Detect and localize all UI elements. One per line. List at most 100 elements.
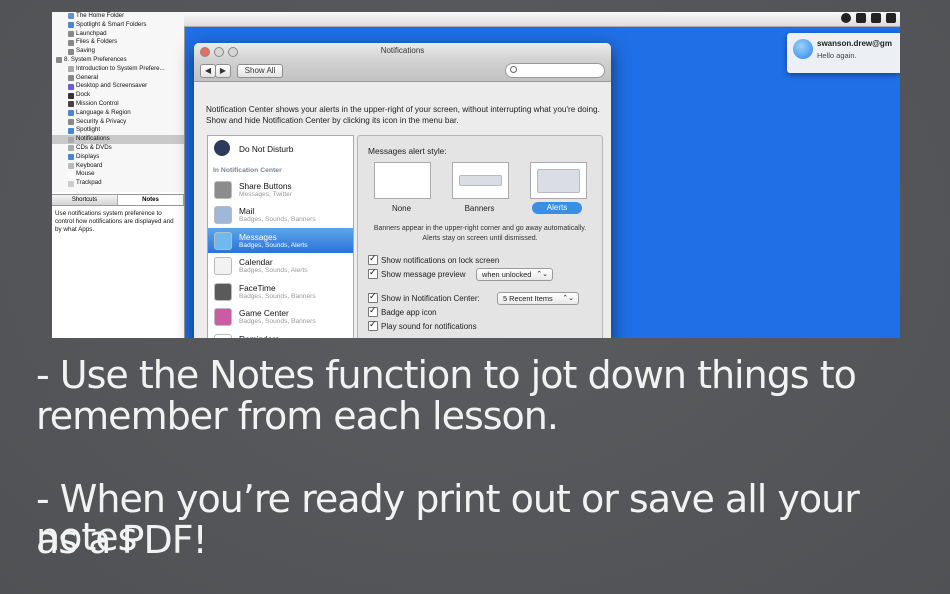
tree-item[interactable]: Notifications — [52, 135, 184, 144]
tree-item[interactable]: Keyboard — [52, 162, 184, 171]
tree-item[interactable]: Security & Privacy — [52, 118, 184, 127]
tree-item[interactable]: Desktop and Screensaver — [52, 82, 184, 91]
tree-item-label: Security & Privacy — [76, 117, 127, 125]
sound-checkbox[interactable]: Play sound for notifications — [368, 319, 477, 331]
section-header: In Notification Center — [213, 166, 282, 174]
tree-item[interactable]: Language & Region — [52, 109, 184, 118]
caption-line-1: - Use the Notes function to jot down thi… — [36, 353, 857, 397]
tree-item-icon — [68, 39, 74, 46]
airplay-icon[interactable] — [886, 13, 896, 23]
tree-item[interactable]: CDs & DVDs — [52, 144, 184, 153]
tree-item-icon — [68, 92, 74, 99]
printer-icon[interactable] — [871, 13, 881, 23]
app-icon — [214, 257, 232, 275]
center-count-dropdown[interactable]: 5 Recent Items ⌃⌄ — [497, 292, 579, 305]
list-item-app[interactable]: Game Center Badges, Sounds, Banners — [208, 304, 353, 330]
tree-item-label: CDs & DVDs — [76, 143, 112, 151]
tree-item[interactable]: Dock — [52, 91, 184, 100]
search-input[interactable] — [505, 63, 605, 78]
tree-item[interactable]: Launchpad — [52, 30, 184, 39]
lesson-description: Use notifications system preference to c… — [55, 210, 174, 233]
list-item-app[interactable]: Mail Badges, Sounds, Banners — [208, 202, 353, 228]
tree-item[interactable]: 8. System Preferences — [52, 56, 184, 65]
tree-item-icon — [68, 162, 74, 169]
center-checkbox[interactable]: Show in Notification Center: — [368, 291, 480, 303]
tree-item[interactable]: Mission Control — [52, 100, 184, 109]
lock-screen-checkbox[interactable]: Show notifications on lock screen — [368, 253, 499, 265]
sidebar-tabs: Shortcuts Notes — [52, 194, 184, 206]
alert-style-heading: Messages alert style: — [368, 146, 447, 156]
tree-item[interactable]: Saving — [52, 47, 184, 56]
tree-item[interactable]: Introduction to System Prefere... — [52, 65, 184, 74]
list-item-app[interactable]: FaceTime Badges, Sounds, Banners — [208, 279, 353, 305]
app-icon — [214, 308, 232, 326]
tree-item-icon — [56, 57, 62, 64]
app-name: Messages — [239, 231, 277, 242]
status-icon[interactable] — [841, 13, 851, 23]
app-settings-summary: Badges, Sounds, Banners — [239, 216, 316, 223]
style-banners-preview[interactable] — [452, 162, 509, 199]
tree-item-label: Introduction to System Prefere... — [76, 64, 165, 72]
tree-item-label: 8. System Preferences — [64, 55, 127, 63]
style-note: Banners appear in the upper-right corner… — [373, 225, 587, 242]
lesson-sidebar: The Home Folder Spotlight & Smart Folders… — [52, 12, 185, 338]
tree-item[interactable]: Mouse — [52, 170, 184, 179]
app-name: Reminders — [239, 334, 279, 339]
app-settings-summary: Messages, Twitter — [239, 190, 293, 198]
tree-item-icon — [68, 22, 74, 29]
list-item-app[interactable]: Messages Badges, Sounds, Alerts — [208, 227, 353, 253]
app-name: Mail — [239, 206, 255, 216]
tree-item-icon — [68, 30, 74, 37]
style-none-preview[interactable] — [374, 162, 431, 199]
tree-item-label: Launchpad — [76, 29, 107, 37]
tab-shortcuts[interactable]: Shortcuts — [52, 195, 118, 205]
intro-text: Notification Center shows your alerts in… — [206, 105, 600, 125]
moon-icon — [214, 140, 230, 156]
style-alerts-preview[interactable] — [530, 162, 587, 199]
style-none-label[interactable]: None — [374, 204, 429, 213]
menu-bar — [184, 12, 900, 27]
title-bar: Notifications — [194, 43, 611, 59]
caption-line-2: remember from each lesson. — [36, 394, 559, 438]
show-all-button[interactable]: Show All — [237, 64, 283, 78]
tree-item-label: The Home Folder — [76, 12, 125, 19]
forward-button[interactable]: ▶ — [215, 64, 231, 78]
badge-checkbox[interactable]: Badge app icon — [368, 305, 437, 317]
back-button[interactable]: ◀ — [200, 64, 216, 78]
notification-banner[interactable]: swanson.drew@gm Hello again. — [787, 33, 900, 73]
tree-item-icon — [68, 13, 74, 20]
preview-dropdown[interactable]: when unlocked ⌃⌄ — [476, 268, 553, 281]
app-name: FaceTime — [239, 282, 276, 293]
tree-item-label: Saving — [76, 47, 95, 55]
tree-item-label: Spotlight & Smart Folders — [76, 20, 147, 28]
tree-item-label: Files & Folders — [76, 38, 118, 46]
app-list: Do Not Disturb In Notification Center Sh… — [207, 135, 354, 338]
list-item-app[interactable]: Calendar Badges, Sounds, Alerts — [208, 253, 353, 279]
tree-item-icon — [68, 110, 74, 117]
tree-item-icon — [68, 48, 74, 55]
tree-item-label: Dock — [76, 91, 91, 99]
tree-item-icon — [68, 74, 74, 81]
tree-item[interactable]: Spotlight & Smart Folders — [52, 21, 184, 30]
tree-item-icon — [68, 180, 74, 187]
style-banners-label[interactable]: Banners — [452, 204, 507, 213]
tab-notes[interactable]: Notes — [118, 195, 184, 205]
tree-item[interactable]: Files & Folders — [52, 38, 184, 47]
preview-checkbox[interactable]: Show message preview — [368, 267, 465, 279]
messages-icon — [793, 39, 813, 59]
dnd-label: Do Not Disturb — [239, 144, 294, 154]
app-settings-summary: Badges, Sounds, Banners — [239, 292, 316, 300]
window-title: Notifications — [380, 46, 425, 55]
tree-item[interactable]: General — [52, 74, 184, 83]
list-item-dnd[interactable]: Do Not Disturb — [208, 136, 353, 162]
list-item-app[interactable]: Reminders — [208, 330, 353, 339]
app-name: Share Buttons — [239, 180, 292, 191]
tree-item[interactable]: Displays — [52, 153, 184, 162]
style-alerts-label[interactable]: Alerts — [532, 202, 582, 214]
caption-line-4: as a PDF! — [36, 518, 208, 562]
tree-item[interactable]: Trackpad — [52, 179, 184, 188]
tree-item[interactable]: The Home Folder — [52, 12, 184, 21]
list-item-app[interactable]: Share Buttons Messages, Twitter — [208, 177, 353, 203]
tree-item[interactable]: Spotlight — [52, 126, 184, 135]
screen-icon[interactable] — [856, 13, 866, 23]
